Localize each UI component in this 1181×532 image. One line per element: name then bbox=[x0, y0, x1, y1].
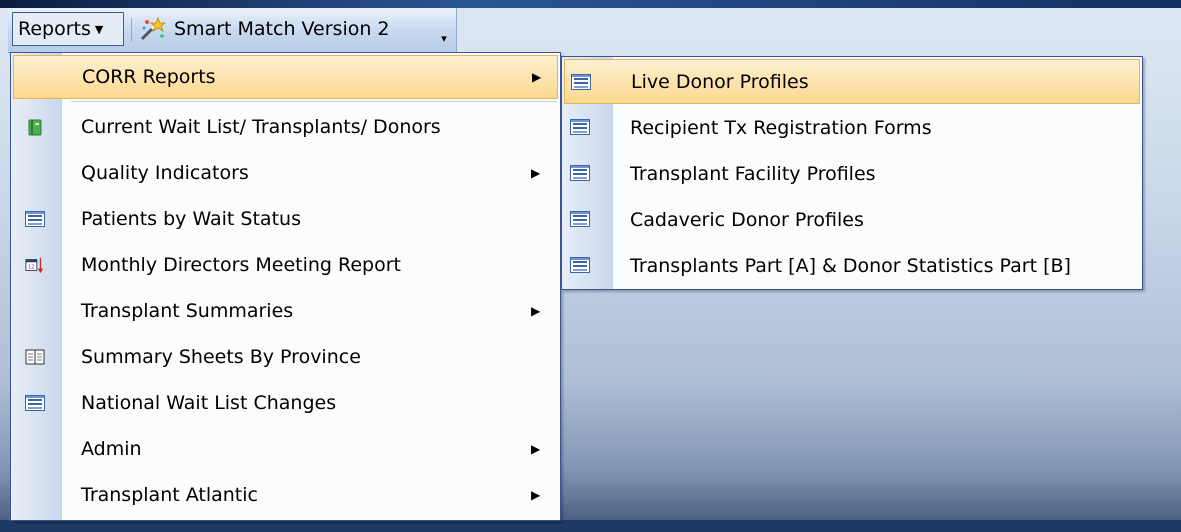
menu-item-label: Monthly Directors Meeting Report bbox=[81, 254, 402, 276]
toolbar-overflow-icon[interactable]: ▾ bbox=[436, 32, 452, 48]
submenu-item-label: Transplants Part [A] & Donor Statistics … bbox=[630, 254, 1071, 277]
submenu-item-transplant-facility-profiles[interactable]: Transplant Facility Profiles bbox=[564, 151, 1140, 196]
form-icon bbox=[570, 211, 592, 231]
smart-match-label: Smart Match Version 2 bbox=[174, 18, 390, 40]
reports-menu-button[interactable]: Reports ▼ bbox=[12, 12, 124, 46]
form-icon bbox=[570, 119, 592, 139]
menu-item-admin[interactable]: Admin ▶ bbox=[13, 427, 558, 471]
menu-item-label: Admin bbox=[81, 438, 142, 460]
menu-item-monthly-directors-meeting-report[interactable]: 12 Monthly Directors Meeting Report bbox=[13, 243, 558, 287]
corr-reports-submenu: Live Donor Profiles Recipient Tx Registr… bbox=[561, 56, 1143, 290]
submenu-arrow-icon: ▶ bbox=[531, 442, 541, 456]
form-icon bbox=[570, 257, 592, 277]
window-bottom-edge bbox=[0, 520, 1181, 532]
menu-item-summary-sheets-by-province[interactable]: Summary Sheets By Province bbox=[13, 335, 558, 379]
menu-item-label: Transplant Atlantic bbox=[81, 484, 258, 506]
green-book-icon bbox=[28, 119, 42, 136]
dropdown-caret-icon: ▼ bbox=[94, 22, 104, 36]
smart-match-button[interactable]: Smart Match Version 2 bbox=[138, 12, 390, 46]
menu-item-label: Quality Indicators bbox=[81, 162, 249, 184]
submenu-item-live-donor-profiles[interactable]: Live Donor Profiles bbox=[564, 59, 1140, 104]
svg-text:12: 12 bbox=[28, 265, 35, 271]
menu-item-current-wait-list[interactable]: Current Wait List/ Transplants/ Donors bbox=[13, 105, 558, 149]
menu-item-corr-reports[interactable]: CORR Reports ▶ bbox=[13, 55, 558, 99]
submenu-arrow-icon: ▶ bbox=[532, 70, 542, 84]
submenu-arrow-icon: ▶ bbox=[531, 488, 541, 502]
menu-item-transplant-summaries[interactable]: Transplant Summaries ▶ bbox=[13, 289, 558, 333]
submenu-arrow-icon: ▶ bbox=[531, 166, 541, 180]
reports-dropdown-menu: CORR Reports ▶ Current Wait List/ Transp… bbox=[10, 52, 561, 521]
window-top-edge bbox=[0, 0, 1181, 8]
submenu-item-recipient-tx-registration-forms[interactable]: Recipient Tx Registration Forms bbox=[564, 105, 1140, 150]
menu-item-patients-by-wait-status[interactable]: Patients by Wait Status bbox=[13, 197, 558, 241]
menu-item-quality-indicators[interactable]: Quality Indicators ▶ bbox=[13, 151, 558, 195]
magic-wand-icon bbox=[140, 16, 166, 41]
submenu-item-label: Live Donor Profiles bbox=[631, 70, 809, 93]
menu-item-label: Summary Sheets By Province bbox=[81, 346, 361, 368]
submenu-item-cadaveric-donor-profiles[interactable]: Cadaveric Donor Profiles bbox=[564, 197, 1140, 242]
submenu-item-label: Cadaveric Donor Profiles bbox=[630, 208, 864, 231]
submenu-item-label: Transplant Facility Profiles bbox=[630, 162, 876, 185]
menu-item-label: National Wait List Changes bbox=[81, 392, 337, 414]
menu-item-label: Transplant Summaries bbox=[81, 300, 294, 322]
calendar-sort-icon: 12 bbox=[25, 257, 44, 274]
submenu-item-label: Recipient Tx Registration Forms bbox=[630, 116, 932, 139]
open-book-icon bbox=[25, 349, 45, 365]
form-icon bbox=[25, 211, 45, 231]
menu-item-label: Patients by Wait Status bbox=[81, 208, 301, 230]
menu-item-label: CORR Reports bbox=[82, 66, 216, 88]
menu-item-label: Current Wait List/ Transplants/ Donors bbox=[81, 116, 441, 138]
toolbar-separator bbox=[131, 18, 132, 42]
submenu-item-transplants-part-a-donor-statistics[interactable]: Transplants Part [A] & Donor Statistics … bbox=[564, 243, 1140, 288]
reports-menu-label: Reports bbox=[18, 18, 91, 40]
form-icon bbox=[25, 395, 45, 415]
menu-item-national-wait-list-changes[interactable]: National Wait List Changes bbox=[13, 381, 558, 425]
form-icon bbox=[571, 74, 593, 94]
submenu-arrow-icon: ▶ bbox=[531, 304, 541, 318]
menu-item-transplant-atlantic[interactable]: Transplant Atlantic ▶ bbox=[13, 473, 558, 517]
toolbar: Reports ▼ Smart Match Version 2 ▾ bbox=[8, 8, 457, 53]
menu-separator bbox=[71, 101, 557, 102]
form-icon bbox=[570, 165, 592, 185]
